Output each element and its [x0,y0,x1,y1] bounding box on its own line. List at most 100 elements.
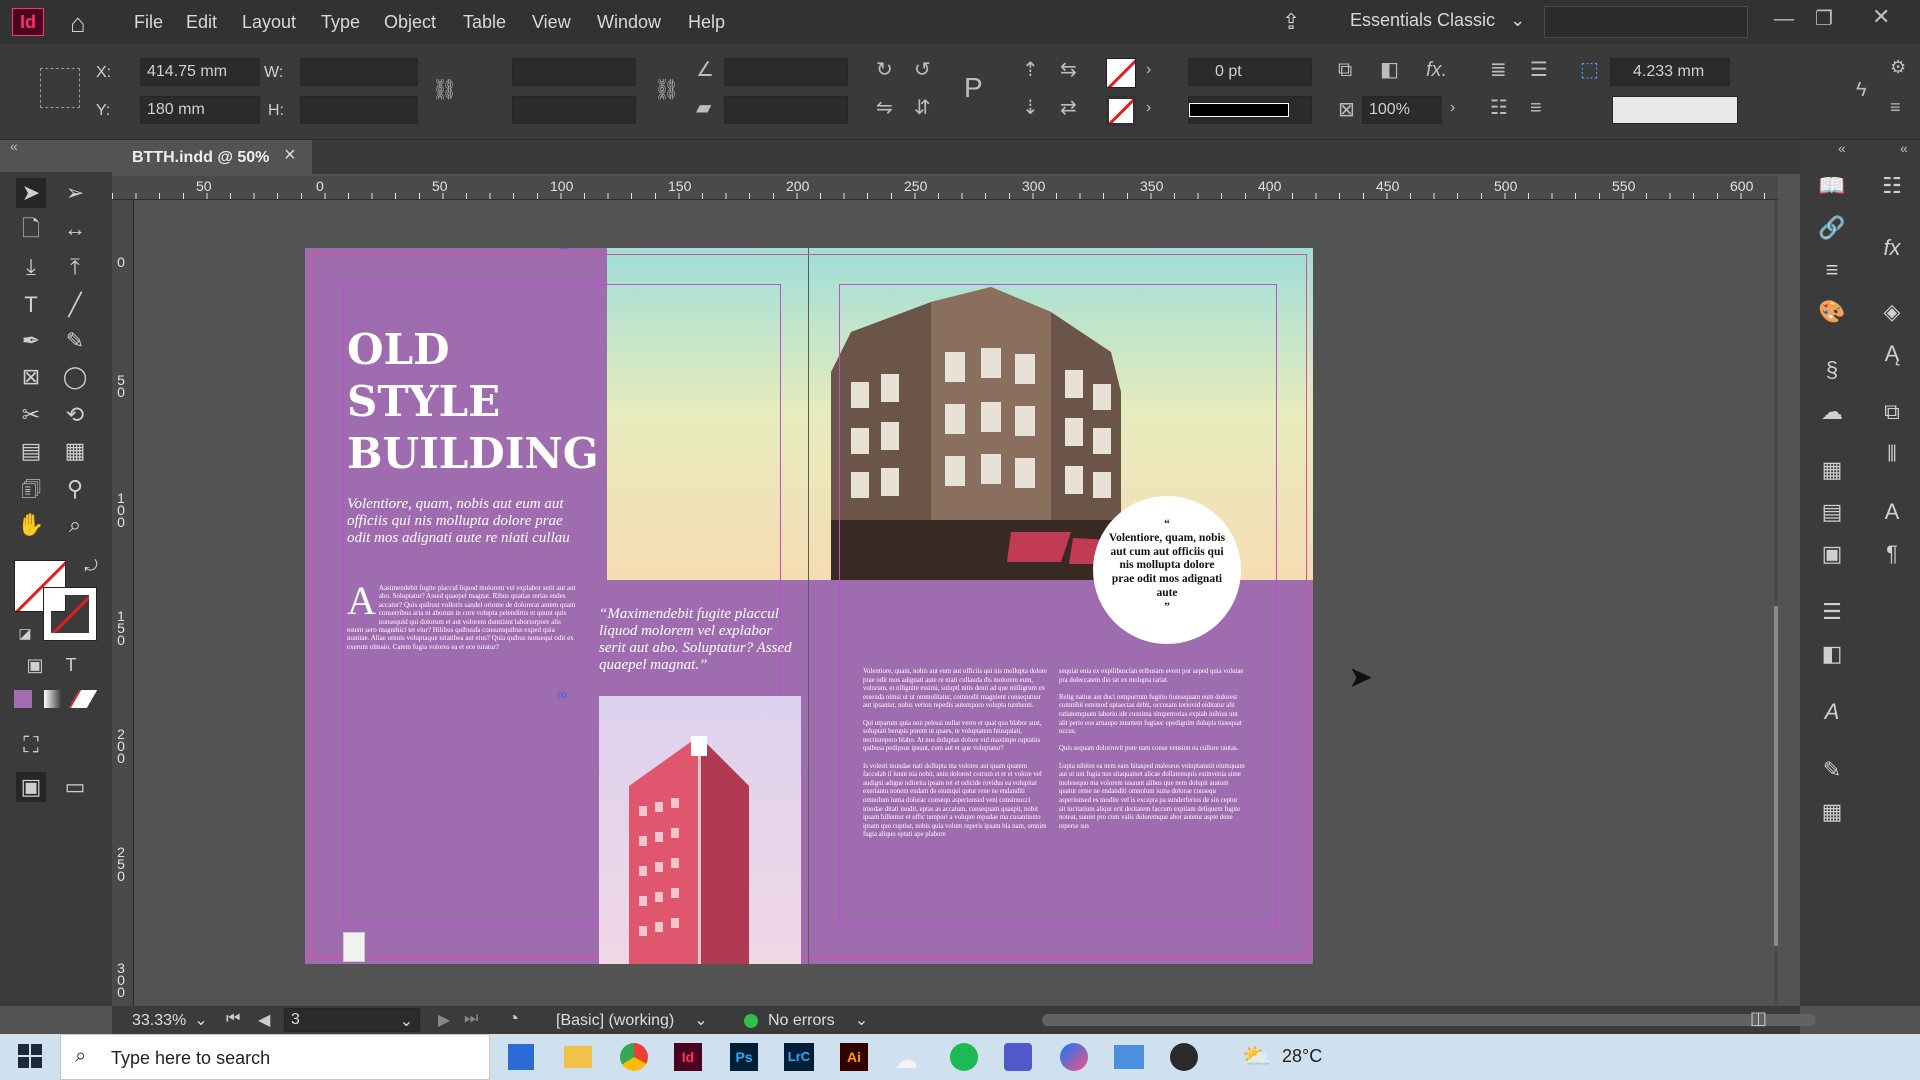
swap-fill-stroke-icon[interactable]: ⤾ [76,552,106,582]
links-panel-icon[interactable]: 🔗 [1816,212,1848,244]
shear-field[interactable] [724,96,848,124]
body-column-2[interactable]: sequiat enia ex expilibuscian eribusam e… [1059,668,1245,914]
formatting-text-icon[interactable]: T [56,650,86,680]
color-panel-icon[interactable]: 🎨 [1816,296,1848,328]
note-tool-icon[interactable]: 🗊 [16,474,46,504]
gap-tool-icon[interactable]: ↔ [60,214,90,244]
height-field[interactable] [300,96,418,124]
lightning-icon[interactable]: ϟ [1856,80,1867,100]
document-tab[interactable]: BTTH.indd @ 50% × [112,140,312,174]
panel-menu-icon[interactable]: ≡ [1890,98,1901,116]
flip-vertical-icon[interactable]: ⇵ [914,98,931,118]
first-page-icon[interactable]: ⏮ [226,1010,240,1028]
menu-help[interactable]: Help [688,12,725,33]
spotify-icon[interactable] [950,1043,978,1071]
text-wrap-jump-icon[interactable]: ☷ [1490,98,1508,118]
gradient-panel-icon[interactable]: ◧ [1816,638,1848,670]
rotate-cw-icon[interactable]: ↻ [876,60,893,80]
red-tower-photo[interactable] [599,696,801,964]
type-tool-icon[interactable]: T [16,290,46,320]
page-tool-icon[interactable]: 🗋 [16,214,46,244]
layout-grid-icon[interactable]: ▦ [1816,796,1848,828]
circle-quote[interactable]: “ Volentiore, quam, nobis aut cum aut of… [1093,496,1241,644]
align-panel-icon[interactable]: ⫴ [1876,438,1908,470]
ellipse-tool-icon[interactable]: ◯ [60,362,90,392]
constrain-proportions-icon[interactable]: ⛓ [432,80,457,100]
properties-panel-icon[interactable]: ☷ [1876,170,1908,202]
apply-none-icon[interactable] [68,684,98,714]
previous-page-icon[interactable]: ◀ [258,1010,270,1030]
preflight-profile[interactable]: [Basic] (working) ⌄ [556,1010,708,1030]
preview-view-icon[interactable]: ▭ [60,772,90,802]
frame-link-icon[interactable]: ∞ [557,686,567,702]
close-icon[interactable]: ✕ [1872,4,1890,30]
next-page-icon[interactable]: ▶ [438,1010,450,1030]
onedrive-icon[interactable]: ☁ [894,1046,918,1075]
scissors-tool-icon[interactable]: ✂ [16,400,46,430]
file-explorer-icon[interactable] [564,1046,592,1068]
x-position-field[interactable]: 414.75 mm [140,58,260,86]
scale-x-field[interactable] [512,58,636,86]
stroke-chevron-right-icon[interactable]: › [1146,100,1151,116]
subtitle-frame[interactable]: Volentiore, quam, nobis aut eum aut offi… [347,496,587,548]
normal-view-icon[interactable]: ▣ [16,772,46,802]
hand-tool-icon[interactable]: ✋ [16,510,46,540]
indesign-app-icon[interactable]: Id [674,1043,702,1071]
illustrator-app-icon[interactable]: Ai [840,1043,868,1071]
stroke-panel-icon[interactable]: ≡ [1816,254,1848,286]
vertical-ruler[interactable]: 0 5 0 1 0 0 1 5 0 2 0 0 2 5 0 3 0 0 [112,200,134,1006]
text-wrap-panel-icon[interactable]: ☰ [1816,596,1848,628]
rotation-field[interactable] [724,58,848,86]
text-wrap-object-icon[interactable]: ☰ [1530,60,1548,80]
character-styles-icon[interactable]: A [1816,696,1848,728]
rectangle-frame-tool-icon[interactable]: ⊠ [16,362,46,392]
stroke-type-dropdown[interactable] [1188,96,1312,124]
document-spread[interactable]: OLD STYLE BUILDING Volentiore, quam, nob… [305,248,1313,964]
body-text-left[interactable]: A Aasimendebit fugite placcul liquod molo… [347,584,577,694]
cc-libraries-icon[interactable]: ☁ [1816,396,1848,428]
frame-link-icon[interactable]: ∞ [559,248,569,254]
zoom-level-field[interactable]: 33.33% ⌄ [132,1010,208,1030]
teams-icon[interactable] [1004,1043,1032,1071]
reference-point-icon[interactable] [40,68,80,108]
menu-view[interactable]: View [532,12,571,33]
stroke-swatch[interactable] [1106,96,1136,126]
select-previous-icon[interactable]: ⇆ [1060,60,1077,80]
glyphs-panel-icon[interactable]: Ą [1876,338,1908,370]
last-page-icon[interactable]: ⏭ [464,1010,478,1028]
stroke-weight-field[interactable]: 0 pt [1188,58,1312,86]
constrain-scale-icon[interactable]: ⛓ [654,80,679,100]
lightroom-app-icon[interactable]: LrC [784,1043,814,1071]
pages-panel-icon[interactable]: 📖 [1816,170,1848,202]
chrome-icon[interactable] [620,1043,648,1071]
width-field[interactable] [300,58,418,86]
eyedropper-tool-icon[interactable]: ⚲ [60,474,90,504]
gradient-feather-tool-icon[interactable]: ▦ [60,436,90,466]
drop-shadow-icon[interactable]: ◧ [1380,60,1399,80]
title-frame[interactable]: OLD STYLE BUILDING [347,324,599,484]
content-collector-icon[interactable]: ⤓ [16,252,46,282]
opacity-chevron-right-icon[interactable]: › [1450,100,1455,116]
restore-icon[interactable]: ❐ [1815,6,1833,31]
swatches-panel-icon[interactable]: § [1816,354,1848,386]
apply-color-icon[interactable] [8,684,38,714]
gradient-swatch-tool-icon[interactable]: ▤ [16,436,46,466]
panel-settings-icon[interactable]: ⚙ [1890,58,1906,76]
rotate-ccw-icon[interactable]: ↺ [914,60,931,80]
pathfinder-panel-icon[interactable]: ⧉ [1876,396,1908,428]
workspace-switcher[interactable]: Essentials Classic ⌄ [1350,10,1525,31]
menu-type[interactable]: Type [321,12,360,33]
menu-object[interactable]: Object [384,12,436,33]
weather-temperature[interactable]: 28°C [1282,1046,1322,1067]
screen-mode-icon[interactable]: ⛶ [16,730,46,760]
menu-table[interactable]: Table [463,12,506,33]
photoshop-app-icon[interactable]: Ps [730,1043,758,1071]
object-style-dropdown[interactable] [1612,96,1738,124]
spacing-field[interactable]: 4.233 mm [1610,58,1730,86]
character-panel-icon[interactable]: A [1876,496,1908,528]
collapse-tools-icon[interactable]: « [10,138,18,154]
paragraph-panel-icon[interactable]: ¶ [1876,538,1908,570]
pull-quote-left[interactable]: “Maximendebit fugite placcul liquod molo… [599,606,799,686]
calculator-app-icon[interactable] [508,1044,534,1070]
scale-y-field[interactable] [512,96,636,124]
